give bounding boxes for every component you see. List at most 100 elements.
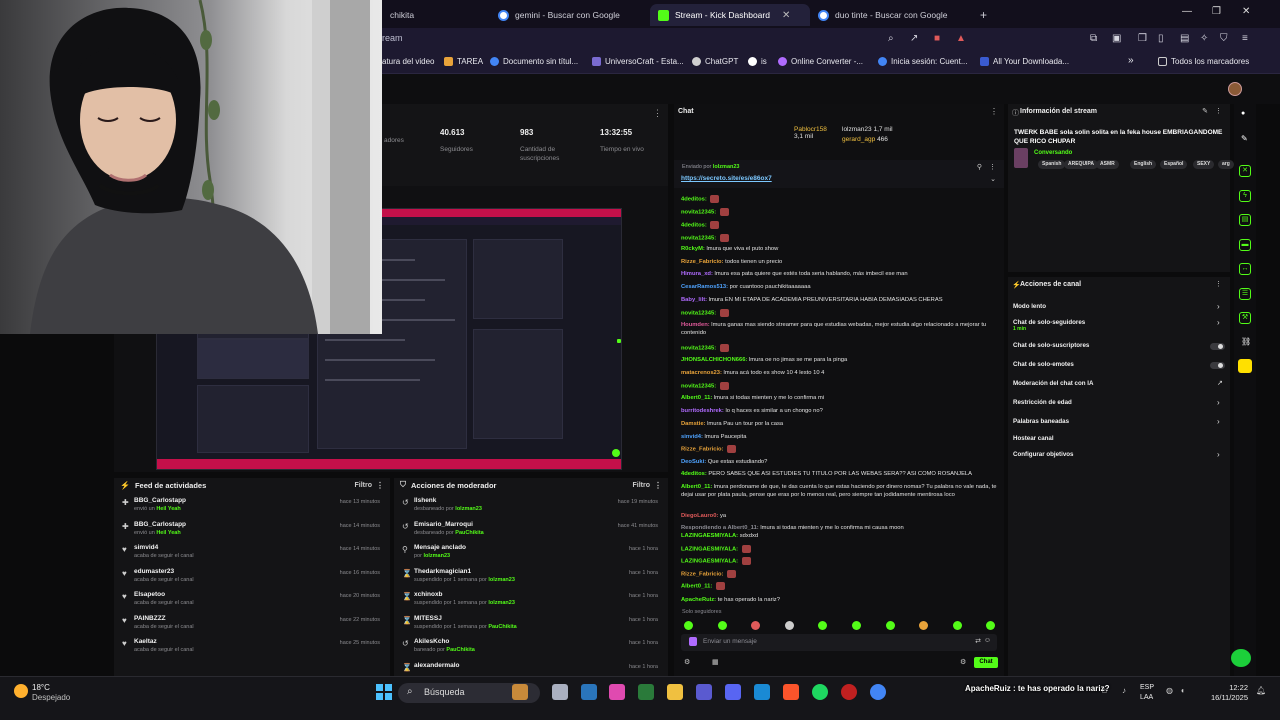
ai-icon[interactable]: ✧: [1200, 33, 1208, 44]
emote-icon[interactable]: [818, 621, 828, 630]
chat-message[interactable]: LAZINGAESMIYALA:: [681, 545, 999, 554]
channel-action-item[interactable]: Chat de solo-emotes: [1013, 361, 1074, 368]
chat-message[interactable]: Baby_lilt: lmura EN MI ETAPA DE ACADEMIA…: [681, 296, 999, 304]
wallet-icon[interactable]: ▤: [1180, 33, 1189, 44]
chat-username[interactable]: CesarRamos513:: [681, 284, 728, 290]
extensions-icon[interactable]: ⧉: [1090, 33, 1097, 44]
list-item[interactable]: ↺ AkilesKcho baneado por PauChikita hace 1 …: [394, 637, 668, 659]
bookmark-item[interactable]: TAREA: [444, 57, 483, 66]
chat-username[interactable]: 4deditos:: [681, 471, 707, 477]
chat-username[interactable]: Albert0_11:: [681, 584, 712, 590]
list-item[interactable]: ✚ BBG_Carlostapp envió un Heil Yeah hace 13…: [114, 496, 390, 518]
rail-chat-icon[interactable]: ▬: [1239, 239, 1251, 251]
copilot-icon[interactable]: [609, 684, 625, 700]
stream-category[interactable]: Conversando: [1034, 150, 1072, 156]
more-icon[interactable]: ⋮: [654, 481, 662, 490]
chat-username[interactable]: burritodeshrek:: [681, 408, 724, 414]
more-icon[interactable]: ⋮: [989, 163, 996, 171]
emoji-icon[interactable]: ☺: [984, 637, 991, 644]
chevron-right-icon[interactable]: ›: [1217, 318, 1220, 327]
chat-message[interactable]: Damstie: lmura Pau un tour por la casa: [681, 420, 999, 428]
brave-icon[interactable]: [783, 684, 799, 700]
bookmarks-overflow-icon[interactable]: »: [1128, 55, 1134, 66]
rail-tools-icon[interactable]: ⚒: [1239, 312, 1251, 324]
more-icon[interactable]: ⋮: [653, 108, 662, 119]
chevron-down-icon[interactable]: ⌄: [990, 175, 996, 183]
stream-tag[interactable]: arg: [1218, 160, 1234, 169]
volume-icon[interactable]: ◖: [1180, 686, 1185, 695]
minimize-icon[interactable]: —: [1182, 6, 1192, 17]
chat-send-button[interactable]: Chat: [974, 657, 998, 668]
widgets-icon[interactable]: [512, 684, 528, 700]
windows-start-icon[interactable]: [376, 684, 392, 700]
chat-username[interactable]: Damstie:: [681, 421, 705, 427]
bookmark-item[interactable]: ChatGPT: [692, 57, 738, 66]
chat-message[interactable]: Houmden: lmura ganas mas siendo streamer…: [681, 321, 999, 337]
rail-resize-icon[interactable]: ↔: [1239, 263, 1251, 275]
extension-icon[interactable]: ■: [934, 33, 940, 44]
emote-icon[interactable]: [717, 621, 727, 630]
chat-message[interactable]: Respondiendo a Albert0_11: lmura si toda…: [681, 524, 999, 532]
filter-button[interactable]: Filtro: [355, 482, 373, 489]
close-window-icon[interactable]: ✕: [1242, 6, 1250, 17]
chat-username[interactable]: ApacheRuiz:: [681, 597, 716, 603]
bookmark-item[interactable]: Online Converter -...: [778, 57, 863, 66]
pencil-icon[interactable]: ✎: [1241, 134, 1248, 143]
list-item[interactable]: ♥ simvid4 acaba de seguir el canal hace 14…: [114, 543, 390, 565]
chat-message[interactable]: Albert0_11: lmura perdoname de que, te d…: [681, 483, 999, 499]
chat-username[interactable]: novita12345:: [681, 236, 716, 242]
chat-username[interactable]: novita12345:: [681, 346, 716, 352]
spotify-icon[interactable]: [812, 684, 828, 700]
bookmark-item[interactable]: is: [748, 57, 767, 66]
language-indicator[interactable]: ESP LAA: [1140, 683, 1154, 703]
chat-username[interactable]: LAZINGAESMIYALA:: [681, 559, 738, 565]
chat-username[interactable]: Respondiendo a Albert0_11:: [681, 525, 759, 531]
emote-icon[interactable]: [784, 621, 794, 630]
chat-message[interactable]: novita12345:: [681, 234, 999, 243]
list-item[interactable]: ♥ Elsapetoo acaba de seguir el canal hace …: [114, 590, 390, 612]
chat-username[interactable]: DeoSuki:: [681, 459, 706, 465]
new-tab-button[interactable]: +: [972, 4, 996, 26]
list-item[interactable]: ↺ Ilshenk desbaneado por lolzman23 hace 19 …: [394, 496, 668, 518]
chat-username[interactable]: JHONSALCHICHON666:: [681, 357, 747, 363]
rail-close-icon[interactable]: ✕: [1239, 165, 1251, 177]
list-item[interactable]: ♥ edumaster23 acaba de seguir el canal hac…: [114, 567, 390, 589]
browser-tab[interactable]: gemini - Buscar con Google: [490, 4, 650, 26]
chat-username[interactable]: LAZINGAESMIYALA:: [681, 547, 738, 553]
menu-icon[interactable]: ≡: [1242, 33, 1248, 44]
toggle-switch[interactable]: [1210, 343, 1225, 350]
edit-icon[interactable]: ✎: [1202, 107, 1208, 115]
channel-action-item[interactable]: Restricción de edad: [1013, 399, 1072, 406]
filter-button[interactable]: Filtro: [633, 482, 651, 489]
taskbar-clock[interactable]: 12:22 16/11/2025: [1196, 683, 1248, 703]
chat-username[interactable]: LAZINGAESMIYALA:: [681, 533, 738, 539]
all-bookmarks[interactable]: Todos los marcadores: [1158, 57, 1249, 66]
chevron-right-icon[interactable]: ›: [1217, 450, 1220, 459]
teams-icon[interactable]: [696, 684, 712, 700]
chat-message[interactable]: JHONSALCHICHON666: lmura oe no jimas se …: [681, 356, 999, 364]
bookmark-item[interactable]: Documento sin títul...: [490, 57, 578, 66]
chat-username[interactable]: R0ckyM:: [681, 246, 705, 252]
translate-icon[interactable]: ⇄: [975, 637, 981, 645]
chat-message[interactable]: R0ckyM: lmura que viva el puto show: [681, 245, 999, 253]
reading-list-icon[interactable]: ❒: [1138, 33, 1147, 44]
pin-icon[interactable]: ⚲: [977, 163, 982, 171]
pinned-message[interactable]: Enviado por lolzman23 https://secreto.si…: [674, 160, 1004, 188]
top-gifter[interactable]: Pablocr158 3,1 mil: [794, 126, 827, 140]
chat-message[interactable]: novita12345:: [681, 309, 999, 318]
rail-flash-icon[interactable]: ϟ: [1239, 190, 1251, 202]
channel-action-item[interactable]: Configurar objetivos: [1013, 451, 1074, 458]
chat-settings-icon[interactable]: ⚙: [684, 658, 690, 666]
emote-icon[interactable]: [986, 621, 996, 630]
chat-message[interactable]: Rizze_Fabricio: todos tienen un precio: [681, 258, 999, 266]
chat-username[interactable]: Himura_xd:: [681, 271, 713, 277]
file-explorer-icon[interactable]: [667, 684, 683, 700]
browser-tab[interactable]: duo tinte - Buscar con Google: [810, 4, 970, 26]
chat-username[interactable]: novita12345:: [681, 384, 716, 390]
rail-doc-icon[interactable]: ▤: [1239, 214, 1251, 226]
mic-icon[interactable]: ♪: [1122, 686, 1126, 695]
channel-action-item[interactable]: Chat de solo-suscriptores: [1013, 342, 1089, 349]
chat-message[interactable]: novita12345:: [681, 344, 999, 353]
chat-input[interactable]: Enviar un mensaje ⇄ ☺: [681, 634, 997, 651]
chat-message[interactable]: 4deditos:: [681, 195, 999, 204]
